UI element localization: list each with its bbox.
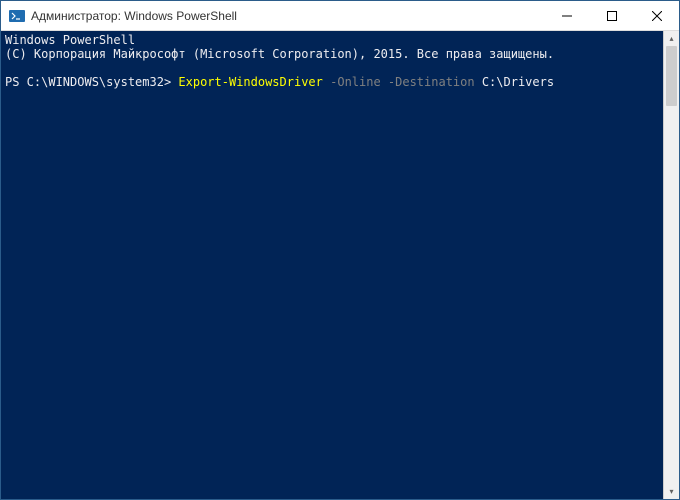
param-text: -Destination [381, 75, 475, 89]
console-container: Windows PowerShell(C) Корпорация Майкрос… [1, 31, 679, 499]
window-title: Администратор: Windows PowerShell [31, 9, 237, 23]
console-prompt-line: PS C:\WINDOWS\system32> Export-WindowsDr… [5, 75, 659, 89]
prompt-text: PS C:\WINDOWS\system32> [5, 75, 178, 89]
maximize-button[interactable] [589, 1, 634, 30]
console-line: (C) Корпорация Майкрософт (Microsoft Cor… [5, 47, 659, 61]
titlebar-left: Администратор: Windows PowerShell [1, 8, 237, 24]
param-text: -Online [323, 75, 381, 89]
command-text: Export-WindowsDriver [178, 75, 323, 89]
console-line: Windows PowerShell [5, 33, 659, 47]
scrollbar-down-arrow-icon[interactable]: ▾ [664, 484, 679, 499]
close-button[interactable] [634, 1, 679, 30]
arg-text: C:\Drivers [475, 75, 554, 89]
scrollbar-up-arrow-icon[interactable]: ▴ [664, 31, 679, 46]
titlebar[interactable]: Администратор: Windows PowerShell [1, 1, 679, 31]
window-controls [544, 1, 679, 30]
powershell-window: Администратор: Windows PowerShell Window… [0, 0, 680, 500]
vertical-scrollbar[interactable]: ▴ ▾ [663, 31, 679, 499]
console-output[interactable]: Windows PowerShell(C) Корпорация Майкрос… [1, 31, 663, 499]
powershell-icon [9, 8, 25, 24]
minimize-button[interactable] [544, 1, 589, 30]
scrollbar-thumb[interactable] [666, 46, 677, 106]
console-empty-line [5, 61, 659, 75]
